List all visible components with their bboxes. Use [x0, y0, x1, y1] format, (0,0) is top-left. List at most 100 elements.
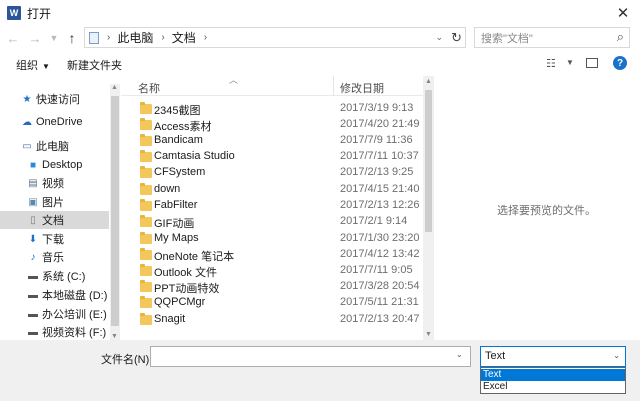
- chevron-right-icon: ›: [107, 32, 111, 43]
- file-row[interactable]: Camtasia Studio 2017/7/11 10:37: [121, 149, 421, 165]
- file-row[interactable]: FabFilter 2017/2/13 12:26: [121, 198, 421, 214]
- forward-button[interactable]: →: [27, 30, 43, 46]
- drive-icon: ▬: [28, 326, 38, 338]
- file-name: Access素材: [154, 121, 212, 133]
- file-name: down: [154, 183, 181, 195]
- close-button[interactable]: ✕: [614, 4, 632, 22]
- breadcrumb-documents[interactable]: 文档: [172, 29, 196, 46]
- folder-icon: [140, 150, 152, 162]
- organize-button[interactable]: 组织 ▼: [16, 57, 50, 73]
- file-type-option-excel[interactable]: Excel: [481, 381, 625, 393]
- scroll-down-icon[interactable]: ▼: [425, 331, 432, 338]
- view-dropdown-icon[interactable]: ▼: [566, 58, 574, 67]
- file-list-scrollbar[interactable]: ▲ ▼: [423, 76, 434, 340]
- scroll-up-icon[interactable]: ▲: [111, 84, 118, 91]
- sidebar-item-desktop[interactable]: ■ Desktop: [0, 156, 109, 174]
- file-date: 2017/1/30 23:20: [340, 232, 420, 244]
- file-row[interactable]: Outlook 文件 2017/7/11 9:05: [121, 263, 421, 279]
- sort-ascending-icon: ︿: [229, 76, 239, 85]
- file-row[interactable]: Bandicam 2017/7/9 11:36: [121, 133, 421, 149]
- address-dropdown-icon[interactable]: ⌄: [435, 32, 443, 43]
- file-row[interactable]: 2345截图 2017/3/19 9:13: [121, 101, 421, 117]
- navigation-pane: ★ 快速访问 ☁ OneDrive ▭ 此电脑 ■ Desktop ▤ 视频 ▣…: [0, 84, 120, 340]
- file-row[interactable]: OneNote 笔记本 2017/4/12 13:42: [121, 247, 421, 263]
- breadcrumb-this-pc[interactable]: 此电脑: [117, 29, 153, 46]
- address-bar[interactable]: › 此电脑 › 文档 › ⌄ ↻: [84, 27, 466, 48]
- search-box[interactable]: 搜索"文档" ⌕: [474, 27, 630, 48]
- file-name: GIF动画: [154, 218, 195, 230]
- file-date: 2017/7/9 11:36: [340, 134, 413, 146]
- file-row[interactable]: down 2017/4/15 21:40: [121, 182, 421, 198]
- file-name: QQPCMgr: [154, 296, 206, 308]
- window-title: 打开: [27, 6, 52, 21]
- drive-icon: ▬: [28, 308, 38, 320]
- scroll-up-icon[interactable]: ▲: [425, 78, 432, 85]
- title-bar: W 打开 ✕: [0, 0, 640, 26]
- folder-icon: [140, 199, 152, 211]
- sidebar-scroll-thumb[interactable]: [111, 96, 119, 326]
- search-icon: ⌕: [616, 29, 624, 44]
- drive-icon: ▬: [28, 289, 38, 301]
- scroll-down-icon[interactable]: ▼: [111, 333, 118, 340]
- caret-down-icon: ▼: [42, 62, 50, 71]
- file-row[interactable]: CFSystem 2017/2/13 9:25: [121, 165, 421, 181]
- file-date: 2017/2/13 9:25: [340, 166, 414, 178]
- sidebar-item-documents[interactable]: ▯ 文档: [0, 211, 109, 229]
- search-placeholder: 搜索"文档": [481, 32, 533, 45]
- sidebar-item-onedrive[interactable]: ☁ OneDrive: [0, 113, 109, 131]
- sidebar-item-drive-e[interactable]: ▬ 办公培训 (E:): [0, 305, 109, 323]
- view-options-icon[interactable]: ☷: [546, 57, 556, 70]
- filename-input[interactable]: [150, 346, 471, 367]
- file-row[interactable]: Snagit 2017/2/13 20:47: [121, 312, 421, 328]
- sidebar-item-label: 音乐: [42, 252, 64, 264]
- file-row[interactable]: Access素材 2017/4/20 21:49: [121, 117, 421, 133]
- recent-locations-button[interactable]: ▼: [46, 30, 62, 46]
- refresh-icon[interactable]: ↻: [451, 30, 462, 46]
- sidebar-item-downloads[interactable]: ⬇ 下载: [0, 230, 109, 248]
- file-date: 2017/4/12 13:42: [340, 248, 420, 260]
- sidebar-scrollbar[interactable]: ▲ ▼: [110, 84, 120, 340]
- file-type-selected: Text: [485, 350, 506, 362]
- sidebar-item-music[interactable]: ♪ 音乐: [0, 248, 109, 266]
- folder-icon: [140, 264, 152, 276]
- documents-icon: ▯: [30, 214, 36, 226]
- sidebar-item-drive-f[interactable]: ▬ 视频资料 (F:): [0, 323, 109, 340]
- music-icon: ♪: [30, 251, 36, 263]
- sidebar-item-pictures[interactable]: ▣ 图片: [0, 193, 109, 211]
- sidebar-item-drive-d[interactable]: ▬ 本地磁盘 (D:): [0, 286, 109, 304]
- column-divider[interactable]: [333, 76, 334, 96]
- preview-message: 选择要预览的文件。: [497, 205, 596, 217]
- filename-dropdown-icon[interactable]: ⌄: [456, 350, 463, 359]
- file-row[interactable]: PPT动画特效 2017/3/28 20:54: [121, 279, 421, 295]
- file-type-dropdown-list: Text Excel: [480, 367, 626, 394]
- new-folder-button[interactable]: 新建文件夹: [67, 57, 122, 73]
- file-row[interactable]: My Maps 2017/1/30 23:20: [121, 231, 421, 247]
- up-button[interactable]: ↑: [64, 30, 80, 46]
- sidebar-item-label: 办公培训 (E:): [42, 309, 107, 321]
- folder-icon: [140, 183, 152, 195]
- file-row[interactable]: GIF动画 2017/2/1 9:14: [121, 214, 421, 230]
- sidebar-item-label: 本地磁盘 (D:): [42, 290, 108, 302]
- file-date: 2017/7/11 10:37: [340, 150, 419, 162]
- column-header-date[interactable]: 修改日期: [340, 80, 384, 96]
- sidebar-item-quick-access[interactable]: ★ 快速访问: [0, 90, 109, 108]
- help-icon[interactable]: ?: [613, 56, 627, 70]
- preview-pane-icon[interactable]: [586, 58, 598, 68]
- file-name: Outlook 文件: [154, 267, 217, 279]
- file-list-scroll-thumb[interactable]: [425, 90, 432, 232]
- organize-label: 组织: [16, 60, 38, 72]
- column-header-name[interactable]: 名称: [138, 80, 160, 96]
- sidebar-item-drive-c[interactable]: ▬ 系统 (C:): [0, 267, 109, 285]
- folder-icon: [140, 313, 152, 325]
- file-type-option-text[interactable]: Text: [481, 369, 625, 381]
- folder-icon: [140, 248, 152, 260]
- sidebar-item-label: 系统 (C:): [42, 271, 86, 283]
- file-type-select[interactable]: Text ⌄: [480, 346, 626, 367]
- file-row[interactable]: QQPCMgr 2017/5/11 21:31: [121, 295, 421, 311]
- sidebar-item-videos[interactable]: ▤ 视频: [0, 174, 109, 192]
- sidebar-item-this-pc[interactable]: ▭ 此电脑: [0, 137, 109, 155]
- chevron-right-icon: ›: [161, 32, 165, 43]
- sidebar-item-label: 文档: [42, 215, 64, 227]
- back-button[interactable]: ←: [5, 30, 21, 46]
- file-name: My Maps: [154, 232, 199, 244]
